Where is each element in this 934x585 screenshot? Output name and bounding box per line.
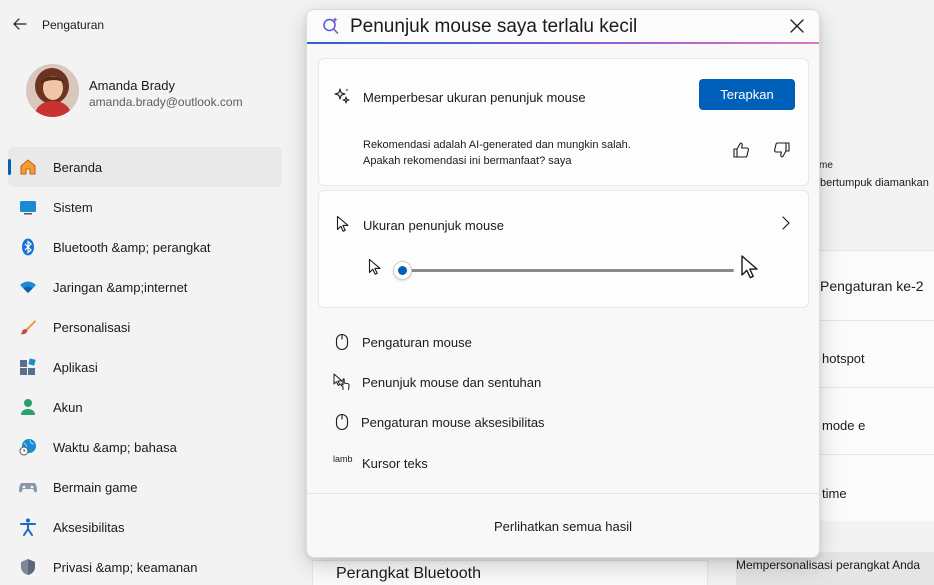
pointer-size-title: Ukuran penunjuk mouse [363,218,504,233]
pointer-size-card[interactable]: Ukuran penunjuk mouse [318,190,809,308]
settings-row[interactable]: time [808,454,934,521]
sidebar-item-label: Waktu &amp; bahasa [53,439,177,455]
accessibility-icon [18,517,38,537]
result-item-mouse-settings[interactable]: Pengaturan mouse [307,323,819,361]
result-item-accessibility-mouse[interactable]: Pengaturan mouse aksesibilitas [307,403,819,441]
bluetooth-icon [18,237,38,257]
see-all-results-button[interactable]: Perlihatkan semua hasil [307,508,819,544]
profile-email: amanda.brady@outlook.com [89,95,243,109]
shield-icon [18,557,38,577]
divider [307,493,819,494]
ai-disclaimer: Rekomendasi adalah AI-generated dan mung… [363,139,631,167]
settings-row[interactable]: mode e [808,387,934,454]
globe-clock-icon [18,437,38,457]
sidebar-item-label: Bluetooth &amp; perangkat [53,239,211,255]
wifi-icon [18,277,38,297]
status-text: bertumpuk diamankan [820,177,929,189]
result-item-pointer-touch[interactable]: Penunjuk mouse dan sentuhan [307,363,819,401]
sidebar-item-beranda[interactable]: Beranda [8,147,282,187]
settings-row[interactable]: Pengaturan ke-2 [808,250,934,320]
sidebar-item-label: Beranda [53,159,103,175]
close-button[interactable] [787,16,807,36]
recommendation-card: Memperbesar ukuran penunjuk mouse Terapk… [318,58,809,186]
mouse-icon [333,413,351,431]
sidebar-item-waktu[interactable]: Waktu &amp; bahasa [8,427,282,467]
back-button[interactable] [10,14,30,34]
sidebar-item-label: Sistem [53,199,93,215]
app-title: Pengaturan [42,18,105,32]
search-bar [307,10,819,44]
sparkle-search-icon [321,16,341,36]
large-cursor-icon [740,254,760,280]
sidebar-item-personalisasi[interactable]: Personalisasi [8,307,282,347]
pointer-touch-icon [333,373,351,391]
result-item-text-cursor[interactable]: lamb Kursor teks [307,444,819,482]
settings-row[interactable]: hotspot [808,320,934,387]
sidebar-item-label: Bermain game [53,479,138,495]
mouse-icon [333,333,351,351]
sidebar-item-bluetooth[interactable]: Bluetooth &amp; perangkat [8,227,282,267]
sidebar-item-label: Personalisasi [53,319,131,335]
sidebar-item-akun[interactable]: Akun [8,387,282,427]
system-icon [18,197,38,217]
sidebar-item-privasi[interactable]: Privasi &amp; keamanan [8,547,282,585]
home-icon [18,157,38,177]
sidebar-item-aplikasi[interactable]: Aplikasi [8,347,282,387]
see-all-label: Perlihatkan semua hasil [493,518,633,534]
apps-icon [18,357,38,377]
gamepad-icon [18,477,38,497]
status-text: me [819,160,833,171]
sidebar-nav: Beranda Sistem Bluetooth &amp; perangkat… [8,147,282,585]
bluetooth-section-heading: Perangkat Bluetooth [336,565,481,582]
pointer-size-slider-thumb[interactable] [392,261,412,280]
result-label: Pengaturan mouse aksesibilitas [361,415,545,430]
apply-button[interactable]: Terapkan [699,79,795,110]
sidebar-item-label: Aksesibilitas [53,519,125,535]
thumbs-down-icon[interactable] [773,141,791,159]
sparkle-icon [333,87,351,105]
cursor-arrow-icon [336,215,350,233]
profile-name: Amanda Brady [89,78,175,93]
avatar [26,64,79,117]
sidebar-item-sistem[interactable]: Sistem [8,187,282,227]
sidebar-item-game[interactable]: Bermain game [8,467,282,507]
account-icon [18,397,38,417]
thumbs-up-icon[interactable] [732,141,750,159]
pointer-size-slider-track[interactable] [399,269,734,272]
sidebar-item-label: Privasi &amp; keamanan [53,559,198,575]
sidebar-item-label: Jaringan &amp;internet [53,279,188,295]
close-icon [790,19,804,33]
small-cursor-icon [368,258,382,276]
text-cursor-glyph: lamb [333,454,353,464]
arrow-left-icon [13,18,27,30]
sidebar-item-jaringan[interactable]: Jaringan &amp;internet [8,267,282,307]
brush-icon [18,317,38,337]
sidebar-item-aksesibilitas[interactable]: Aksesibilitas [8,507,282,547]
user-profile[interactable]: Amanda Brady amanda.brady@outlook.com [26,64,296,120]
result-label: Kursor teks [362,456,428,471]
search-input[interactable] [350,15,770,39]
search-flyout: Memperbesar ukuran penunjuk mouse Terapk… [306,9,820,558]
result-label: Penunjuk mouse dan sentuhan [362,375,542,390]
recommendation-title: Memperbesar ukuran penunjuk mouse [363,90,586,105]
chevron-right-icon[interactable] [780,215,792,231]
result-label: Pengaturan mouse [362,335,472,350]
sidebar-item-label: Akun [53,399,83,415]
sidebar-item-label: Aplikasi [53,359,98,375]
